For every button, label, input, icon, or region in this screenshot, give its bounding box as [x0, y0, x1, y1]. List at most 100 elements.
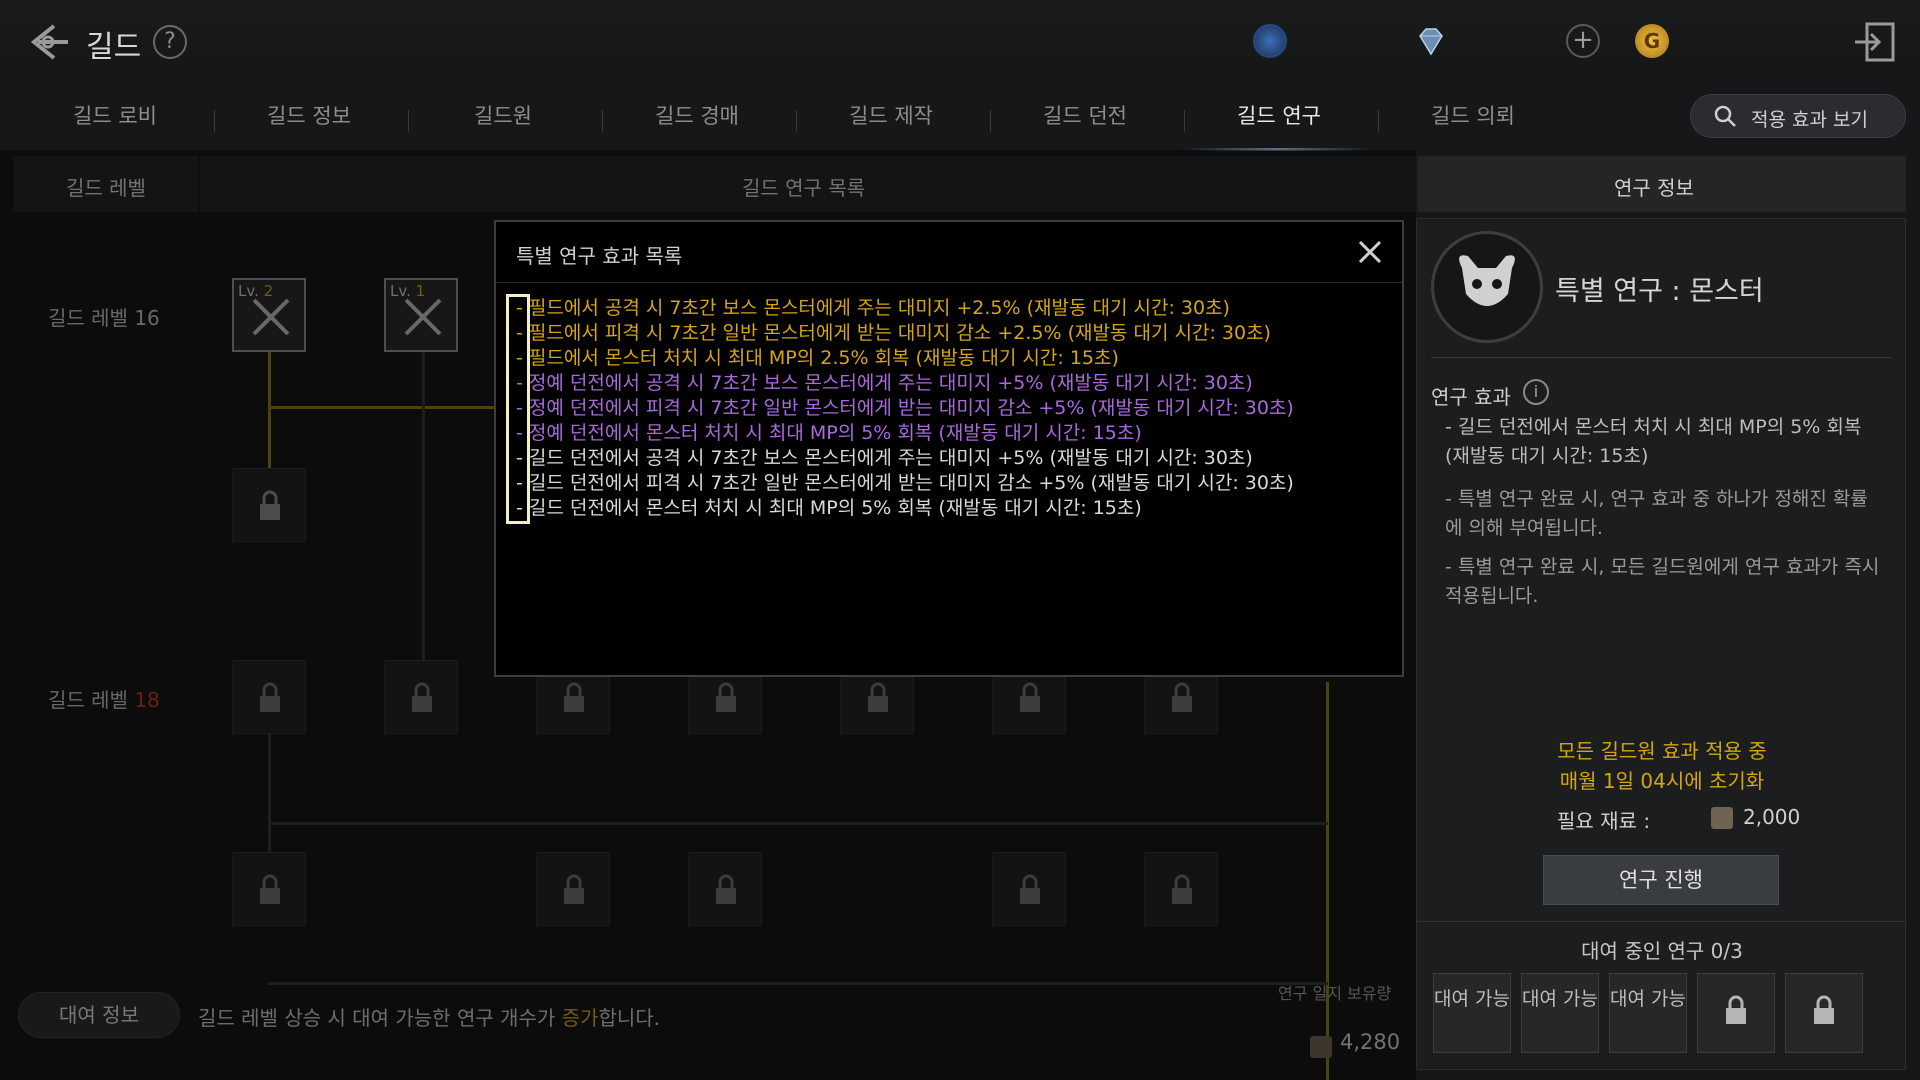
- effect-list: - 필드에서 공격 시 7초간 보스 몬스터에게 주는 대미지 +2.5% (재…: [516, 296, 1376, 521]
- research-journal-label: 연구 일지 보유량: [1278, 984, 1392, 1003]
- lock-icon: [260, 874, 280, 904]
- guild-level-18-number: 18: [134, 688, 160, 712]
- tab-guild-request[interactable]: 길드 의뢰: [1378, 90, 1568, 150]
- lock-icon: [260, 682, 280, 712]
- effect-item: - 필드에서 몬스터 처치 시 최대 MP의 2.5% 회복 (재발동 대기 시…: [516, 347, 1119, 369]
- view-applied-effects-label: 적용 효과 보기: [1751, 109, 1868, 131]
- column-divider: [1416, 156, 1418, 212]
- research-effect-line: - 길드 던전에서 몬스터 처치 시 최대 MP의 5% 회복: [1445, 416, 1862, 438]
- research-journal-icon: [1310, 1036, 1332, 1058]
- column-header: 길드 레벨 길드 연구 목록 연구 정보: [14, 156, 1906, 212]
- rental-note-suffix: 합니다.: [598, 1006, 661, 1030]
- highlight-box: [506, 294, 530, 524]
- rental-slot-locked[interactable]: [1785, 973, 1863, 1053]
- tab-guild-research[interactable]: 길드 연구: [1184, 90, 1374, 150]
- lock-icon: [412, 682, 432, 712]
- research-node-locked[interactable]: [232, 468, 306, 542]
- effect-item: - 필드에서 피격 시 7초간 일반 몬스터에게 받는 대미지 감소 +2.5%…: [516, 322, 1271, 344]
- research-note-2: - 특별 연구 완료 시, 모든 길드원에게 연구 효과가 즉시 적용됩니다.: [1445, 556, 1880, 607]
- guild-level-16-label: 길드 레벨 16: [48, 306, 160, 330]
- guild-level-18-prefix: 길드 레벨: [48, 688, 135, 712]
- crossed-swords-icon: [404, 298, 442, 336]
- research-effect-text: - 길드 던전에서 몬스터 처치 시 최대 MP의 5% 회복 (재발동 대기 …: [1445, 413, 1885, 471]
- effect-item: - 길드 던전에서 몬스터 처치 시 최대 MP의 5% 회복 (재발동 대기 …: [516, 497, 1142, 519]
- research-node-locked[interactable]: [232, 852, 306, 926]
- rental-slot-locked[interactable]: [1697, 973, 1775, 1053]
- tab-guild-info[interactable]: 길드 정보: [214, 90, 404, 150]
- column-guild-level: 길드 레벨: [66, 176, 146, 200]
- tree-connector: [268, 822, 1328, 825]
- tree-connector: [422, 350, 425, 680]
- research-node-locked[interactable]: [688, 852, 762, 926]
- tree-connector: [268, 350, 271, 470]
- lock-icon: [1020, 874, 1040, 904]
- rental-note-highlight: 증가: [561, 1006, 599, 1030]
- lock-icon: [1172, 874, 1192, 904]
- research-journal-icon: [1711, 807, 1733, 829]
- rental-slot-available[interactable]: 대여 가능: [1433, 973, 1511, 1053]
- effect-item: - 정예 던전에서 공격 시 7초간 보스 몬스터에게 주는 대미지 +5% (…: [516, 372, 1253, 394]
- rental-note-text: 길드 레벨 상승 시 대여 가능한 연구 개수가: [198, 1006, 562, 1030]
- column-divider: [198, 156, 200, 212]
- research-node-lv1[interactable]: Lv. 1: [384, 278, 458, 352]
- effect-item: - 길드 던전에서 공격 시 7초간 보스 몬스터에게 주는 대미지 +5% (…: [516, 447, 1253, 469]
- lock-icon: [716, 682, 736, 712]
- guild-level-18-label: 길드 레벨 18: [48, 684, 160, 713]
- research-effect-label: 연구 효과: [1431, 385, 1511, 409]
- monster-emblem-icon: [1431, 231, 1543, 343]
- rental-slot-available[interactable]: 대여 가능: [1609, 973, 1687, 1053]
- lock-icon: [1814, 995, 1834, 1024]
- lock-icon: [868, 682, 888, 712]
- effect-item: - 정예 던전에서 몬스터 처치 시 최대 MP의 5% 회복 (재발동 대기 …: [516, 422, 1142, 444]
- tab-guild-lobby[interactable]: 길드 로비: [20, 90, 210, 150]
- crossed-swords-icon: [252, 298, 290, 336]
- gold-coin-icon[interactable]: G: [1635, 24, 1669, 58]
- column-research-info: 연구 정보: [1614, 176, 1694, 200]
- required-material-label: 필요 재료 :: [1557, 809, 1651, 833]
- special-research-effects-modal: 특별 연구 효과 목록 - 필드에서 공격 시 7초간 보스 몬스터에게 주는 …: [494, 220, 1404, 677]
- lock-icon: [1172, 682, 1192, 712]
- effect-item: - 정예 던전에서 피격 시 7초간 일반 몬스터에게 받는 대미지 감소 +5…: [516, 397, 1294, 419]
- column-research-list: 길드 연구 목록: [742, 176, 866, 200]
- page-title: 길드: [86, 30, 142, 65]
- lock-icon: [564, 682, 584, 712]
- rental-slot-available[interactable]: 대여 가능: [1521, 973, 1599, 1053]
- research-title: 특별 연구 : 몬스터: [1555, 276, 1764, 307]
- rental-note: 길드 레벨 상승 시 대여 가능한 연구 개수가 증가합니다.: [198, 1002, 660, 1031]
- research-node-locked[interactable]: [1144, 852, 1218, 926]
- tree-connector: [270, 406, 500, 409]
- close-icon[interactable]: [1354, 236, 1386, 268]
- tab-guild-dungeon[interactable]: 길드 던전: [990, 90, 1180, 150]
- exit-icon[interactable]: [1851, 18, 1899, 66]
- panel-divider: [1431, 357, 1891, 358]
- research-info-panel: 특별 연구 : 몬스터 연구 효과 i - 길드 던전에서 몬스터 처치 시 최…: [1416, 218, 1906, 1070]
- lock-icon: [260, 490, 280, 520]
- status-reset-text: 매월 1일 04시에 초기화: [1559, 769, 1765, 793]
- required-material-value: 2,000: [1743, 805, 1801, 829]
- top-bar: 길드 ? + G: [0, 0, 1920, 84]
- research-node-locked[interactable]: [536, 852, 610, 926]
- tab-guild-auction[interactable]: 길드 경매: [602, 90, 792, 150]
- tab-guild-crafting[interactable]: 길드 제작: [796, 90, 986, 150]
- research-node-locked[interactable]: [232, 660, 306, 734]
- lock-icon: [1726, 995, 1746, 1024]
- modal-divider: [496, 282, 1402, 283]
- research-journal-count: 4,280: [1340, 1030, 1401, 1054]
- tab-guild-members[interactable]: 길드원: [408, 90, 598, 150]
- guild-badge-icon[interactable]: [1253, 24, 1287, 58]
- diamond-icon[interactable]: [1414, 24, 1448, 58]
- search-icon: [1714, 105, 1736, 127]
- add-currency-button[interactable]: +: [1566, 24, 1600, 58]
- start-research-button[interactable]: 연구 진행: [1543, 855, 1779, 905]
- info-icon[interactable]: i: [1523, 379, 1549, 405]
- research-node-locked[interactable]: [992, 852, 1066, 926]
- rental-info-button[interactable]: 대여 정보: [18, 992, 180, 1038]
- research-node-lv2[interactable]: Lv. 2: [232, 278, 306, 352]
- lock-icon: [716, 874, 736, 904]
- research-note-1: - 특별 연구 완료 시, 연구 효과 중 하나가 정해진 확률에 의해 부여됩…: [1445, 488, 1868, 539]
- back-arrow-icon[interactable]: [24, 18, 72, 66]
- view-applied-effects-button[interactable]: 적용 효과 보기: [1690, 94, 1906, 138]
- effect-item: - 필드에서 공격 시 7초간 보스 몬스터에게 주는 대미지 +2.5% (재…: [516, 297, 1230, 319]
- research-node-locked[interactable]: [384, 660, 458, 734]
- help-icon[interactable]: ?: [153, 25, 187, 59]
